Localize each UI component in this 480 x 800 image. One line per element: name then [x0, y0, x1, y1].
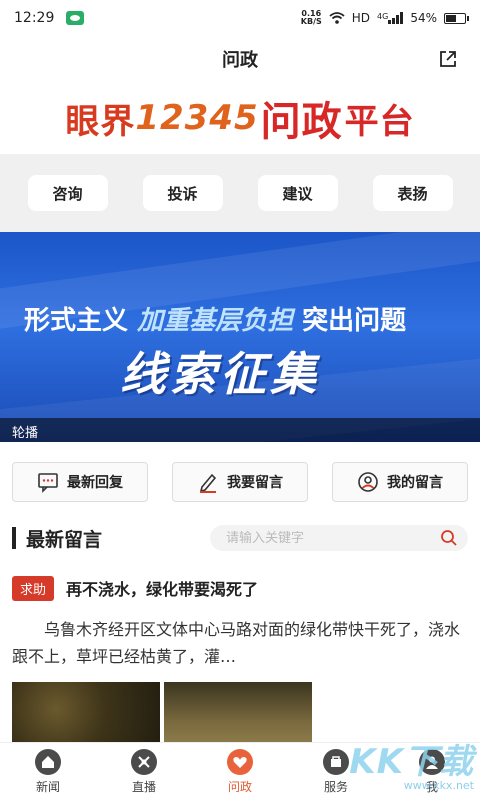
tab-wenzheng[interactable]: 问政: [200, 748, 280, 795]
message-tag: 求助: [12, 575, 55, 601]
brand-banner: 眼界 12345 问政 平台: [0, 82, 480, 154]
pencil-icon: [199, 473, 217, 493]
brand-part-3: 问政: [260, 99, 343, 145]
tab-news[interactable]: 新闻: [8, 748, 88, 795]
tab-live[interactable]: 直播: [104, 748, 184, 795]
search-box: [210, 525, 468, 551]
search-input[interactable]: [226, 530, 440, 546]
my-messages-button[interactable]: 我的留言: [332, 462, 468, 502]
category-praise-button[interactable]: 表扬: [372, 175, 453, 211]
category-buttons: 咨询 投诉 建议 表扬: [0, 154, 480, 232]
section-title: 最新留言: [26, 528, 103, 551]
net-speed: 0.16 KB/S: [300, 9, 322, 26]
category-suggestion-button[interactable]: 建议: [257, 175, 338, 211]
message-title: 再不浇水，绿化带要渴死了: [66, 580, 259, 599]
home-icon: [35, 748, 61, 775]
battery-percent: 54%: [410, 11, 437, 25]
service-icon: [323, 748, 349, 775]
wechat-icon: [66, 11, 85, 25]
carousel-headline: 形式主义 加重基层负担 突出问题: [24, 306, 407, 336]
share-icon[interactable]: [438, 49, 458, 69]
hd-indicator: HD: [351, 11, 371, 25]
brand-part-1: 眼界: [65, 101, 136, 142]
signal-icon: 4G: [377, 12, 404, 24]
latest-reply-button[interactable]: 最新回复: [12, 462, 148, 502]
message-body: 乌鲁木齐经开区文体中心马路对面的绿化带快干死了，浇水跟不上，草坪已经枯黄了，灌…: [12, 620, 461, 666]
leave-message-button[interactable]: 我要留言: [172, 462, 308, 502]
category-consult-button[interactable]: 咨询: [27, 175, 108, 211]
carousel-caption: 轮播: [0, 418, 480, 442]
section-accent-bar: [12, 527, 16, 549]
app-header: 问政: [0, 36, 480, 82]
search-icon[interactable]: [440, 529, 458, 547]
carousel-subheadline: 线索征集: [120, 347, 320, 401]
battery-icon: [444, 12, 469, 24]
status-indicators: 0.16 KB/S HD 4G 54%: [300, 9, 469, 26]
user-circle-icon: [358, 472, 378, 492]
status-time: 12:29: [14, 10, 55, 26]
message-dots-icon: [38, 473, 58, 493]
action-row: 最新回复 我要留言 我的留言: [0, 448, 480, 516]
latest-messages-header: 最新留言: [0, 516, 480, 560]
status-bar: 12:29 0.16 KB/S HD 4G 54%: [0, 0, 480, 36]
heart-icon: [227, 748, 253, 775]
page-title: 问政: [222, 50, 258, 71]
battery-level: [446, 14, 456, 22]
watermark: KK下载 www.kkx.net: [349, 742, 474, 792]
message-title-row: 求助 再不浇水，绿化带要渴死了: [12, 568, 468, 608]
carousel-banner[interactable]: 形式主义 加重基层负担 突出问题 线索征集 轮播: [0, 232, 480, 442]
brand-part-2: 12345: [135, 98, 259, 138]
category-complaint-button[interactable]: 投诉: [142, 175, 223, 211]
wifi-icon: [329, 12, 345, 24]
live-icon: [131, 748, 157, 775]
page: 12:29 0.16 KB/S HD 4G 54% 问政 眼界 12345 问政…: [0, 0, 480, 800]
brand-part-4: 平台: [344, 101, 415, 142]
